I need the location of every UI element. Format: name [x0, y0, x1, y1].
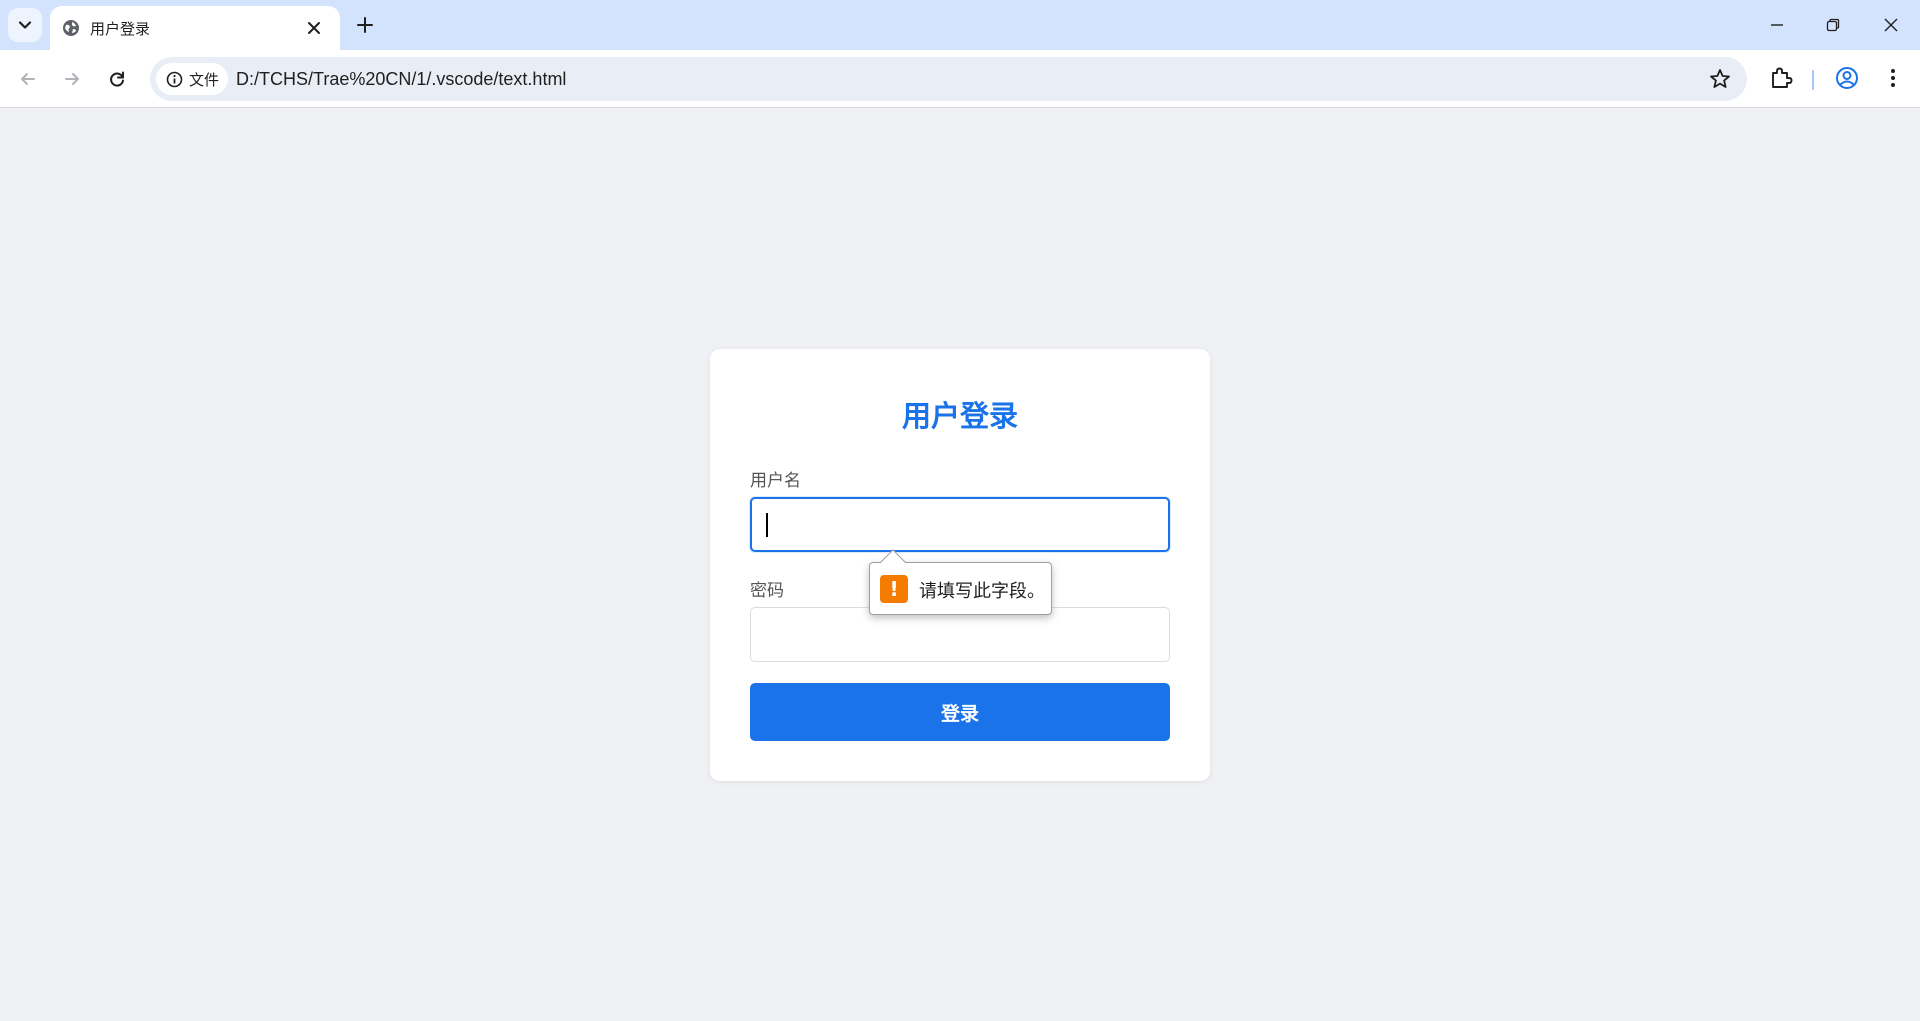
password-input[interactable]	[750, 607, 1170, 662]
globe-icon	[63, 20, 79, 36]
warning-icon: !	[880, 575, 908, 603]
username-input[interactable]	[750, 497, 1170, 552]
restore-button[interactable]	[1820, 12, 1846, 38]
reload-button[interactable]	[104, 66, 130, 92]
close-icon	[1884, 18, 1898, 32]
forward-button[interactable]	[59, 66, 85, 92]
restore-icon	[1826, 18, 1840, 32]
text-caret	[766, 513, 768, 537]
arrow-right-icon	[65, 73, 79, 85]
site-info-label: 文件	[189, 70, 220, 89]
minimize-button[interactable]	[1764, 12, 1790, 38]
tab-search-button[interactable]	[8, 8, 42, 42]
login-button[interactable]: 登录	[750, 683, 1170, 741]
chevron-down-icon	[18, 21, 32, 29]
close-window-button[interactable]	[1878, 12, 1904, 38]
more-vert-icon[interactable]	[1880, 65, 1906, 91]
address-bar[interactable]: 文件 D:/TCHS/Trae%20CN/1/.vscode/text.html	[150, 57, 1747, 101]
tab-title: 用户登录	[90, 20, 151, 38]
close-icon[interactable]	[304, 18, 324, 38]
reload-icon	[110, 71, 124, 87]
back-button[interactable]	[15, 66, 41, 92]
plus-icon[interactable]	[354, 14, 376, 36]
password-label: 密码	[750, 581, 784, 601]
validation-message: 请填写此字段。	[919, 581, 1045, 602]
browser-toolbar: 文件 D:/TCHS/Trae%20CN/1/.vscode/text.html	[0, 50, 1920, 108]
page-title: 用户登录	[901, 399, 1018, 433]
puzzle-icon[interactable]	[1768, 65, 1794, 91]
account-icon[interactable]	[1834, 65, 1860, 91]
username-label: 用户名	[750, 471, 801, 491]
validation-tooltip: ! 请填写此字段。	[869, 549, 1052, 615]
info-icon	[166, 71, 183, 87]
tab-strip: 用户登录	[0, 0, 1920, 50]
minimize-icon	[1771, 24, 1783, 26]
star-icon[interactable]	[1708, 67, 1732, 91]
arrow-left-icon	[21, 73, 35, 85]
tab-active[interactable]: 用户登录	[50, 6, 340, 50]
toolbar-divider	[1812, 70, 1814, 90]
site-info-chip[interactable]: 文件	[156, 63, 228, 95]
url-text[interactable]: D:/TCHS/Trae%20CN/1/.vscode/text.html	[236, 69, 566, 90]
